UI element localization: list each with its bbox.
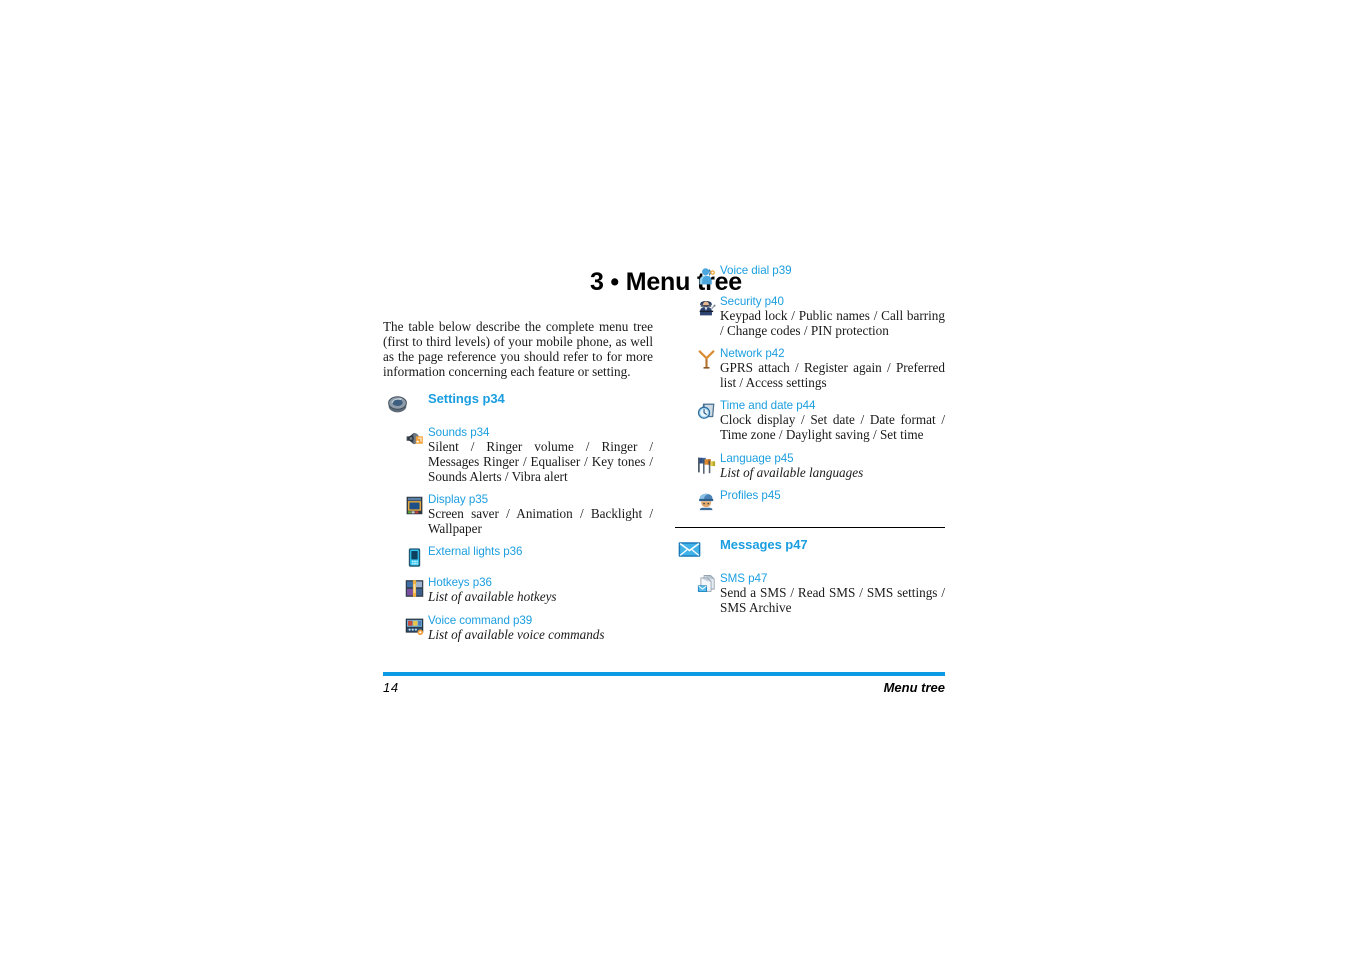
security-guard-icon [696, 297, 717, 318]
menu-entry: Settings p34 [383, 391, 653, 417]
hotkeys-icon [404, 578, 425, 599]
external-lights-icon [404, 547, 425, 568]
footer-row: 14 Menu tree [383, 680, 945, 695]
menu-entry-description: Clock display / Set date / Date format /… [720, 412, 945, 442]
group-divider [675, 527, 945, 529]
sms-icon [696, 574, 717, 595]
menu-entry: Messages p47 [675, 537, 945, 563]
left-column: The table below describe the complete me… [383, 319, 653, 652]
menu-entry-title[interactable]: Profiles p45 [720, 489, 945, 503]
network-antenna-icon [696, 349, 717, 370]
menu-entry-description: Send a SMS / Read SMS / SMS settings / S… [720, 585, 945, 615]
menu-entry: Security p40 Keypad lock / Public names /… [675, 295, 945, 338]
menu-entry: Voice dial p39 [675, 264, 945, 286]
menu-entry-title[interactable]: Security p40 [720, 295, 945, 309]
menu-entry-description: List of available hotkeys [428, 589, 557, 605]
menu-entry: Hotkeys p36 List of available hotkeys [383, 576, 653, 605]
document-page: 3 • Menu tree The table below describe t… [0, 0, 1351, 954]
menu-entry: Language p45 List of available languages [675, 452, 945, 481]
menu-entry-description: GPRS attach / Register again / Preferred… [720, 360, 945, 390]
menu-entry: SMS p47 Send a SMS / Read SMS / SMS setti… [675, 572, 945, 615]
menu-entry: Time and date p44 Clock display / Set dat… [675, 399, 945, 442]
menu-entry: External lights p36 [383, 545, 653, 568]
footer-rule [383, 672, 945, 676]
page-content: 3 • Menu tree The table below describe t… [383, 264, 945, 642]
menu-entry: Sounds p34 Silent / Ringer volume / Ringe… [383, 426, 653, 484]
menu-entry: Profiles p45 [675, 489, 945, 511]
menu-entry-title[interactable]: Settings p34 [428, 391, 653, 407]
clock-calendar-icon [696, 401, 717, 422]
voice-command-icon [404, 616, 425, 637]
menu-entry: Voice command p39 List of available voice… [383, 614, 653, 643]
menu-entry-description: List of available languages [720, 464, 864, 480]
menu-entry: Network p42 GPRS attach / Register again … [675, 347, 945, 390]
menu-entry-description: Silent / Ringer volume / Ringer / Messag… [428, 439, 653, 484]
left-entry-list: Settings p34 Sounds p34 Silent / Ringer v… [383, 391, 653, 642]
profiles-icon [696, 491, 717, 512]
menu-entry-title[interactable]: External lights p36 [428, 545, 653, 559]
menu-entry-title[interactable]: Messages p47 [720, 537, 945, 553]
menu-entry-description: Screen saver / Animation / Backlight / W… [428, 506, 653, 536]
menu-entry-title[interactable]: Sounds p34 [428, 426, 653, 440]
menu-entry-title[interactable]: Network p42 [720, 347, 945, 361]
right-column: Voice dial p39 Security p40 Keypad lock /… [675, 264, 945, 624]
menu-entry-title[interactable]: Display p35 [428, 493, 653, 507]
settings-gear-icon [385, 391, 410, 416]
envelope-messages-icon [677, 537, 702, 562]
menu-entry-title[interactable]: Voice command p39 [428, 614, 653, 628]
page-number: 14 [383, 680, 399, 695]
language-flags-icon [696, 454, 717, 475]
speaker-sounds-icon [404, 428, 425, 449]
voice-dial-icon [696, 266, 717, 287]
display-screen-icon [404, 495, 425, 516]
menu-entry-title[interactable]: Voice dial p39 [720, 264, 945, 278]
menu-entry: Display p35 Screen saver / Animation / Ba… [383, 493, 653, 536]
page-footer: 14 Menu tree [383, 672, 945, 695]
intro-paragraph: The table below describe the complete me… [383, 319, 653, 380]
menu-entry-title[interactable]: Language p45 [720, 452, 945, 466]
footer-section-label: Menu tree [883, 680, 945, 695]
menu-entry-description: List of available voice commands [428, 626, 605, 642]
menu-entry-description: Keypad lock / Public names / Call barrin… [720, 308, 945, 338]
right-entry-list: Voice dial p39 Security p40 Keypad lock /… [675, 264, 945, 615]
menu-entry-title[interactable]: SMS p47 [720, 572, 945, 586]
menu-entry-title[interactable]: Time and date p44 [720, 399, 945, 413]
menu-entry-title[interactable]: Hotkeys p36 [428, 576, 653, 590]
